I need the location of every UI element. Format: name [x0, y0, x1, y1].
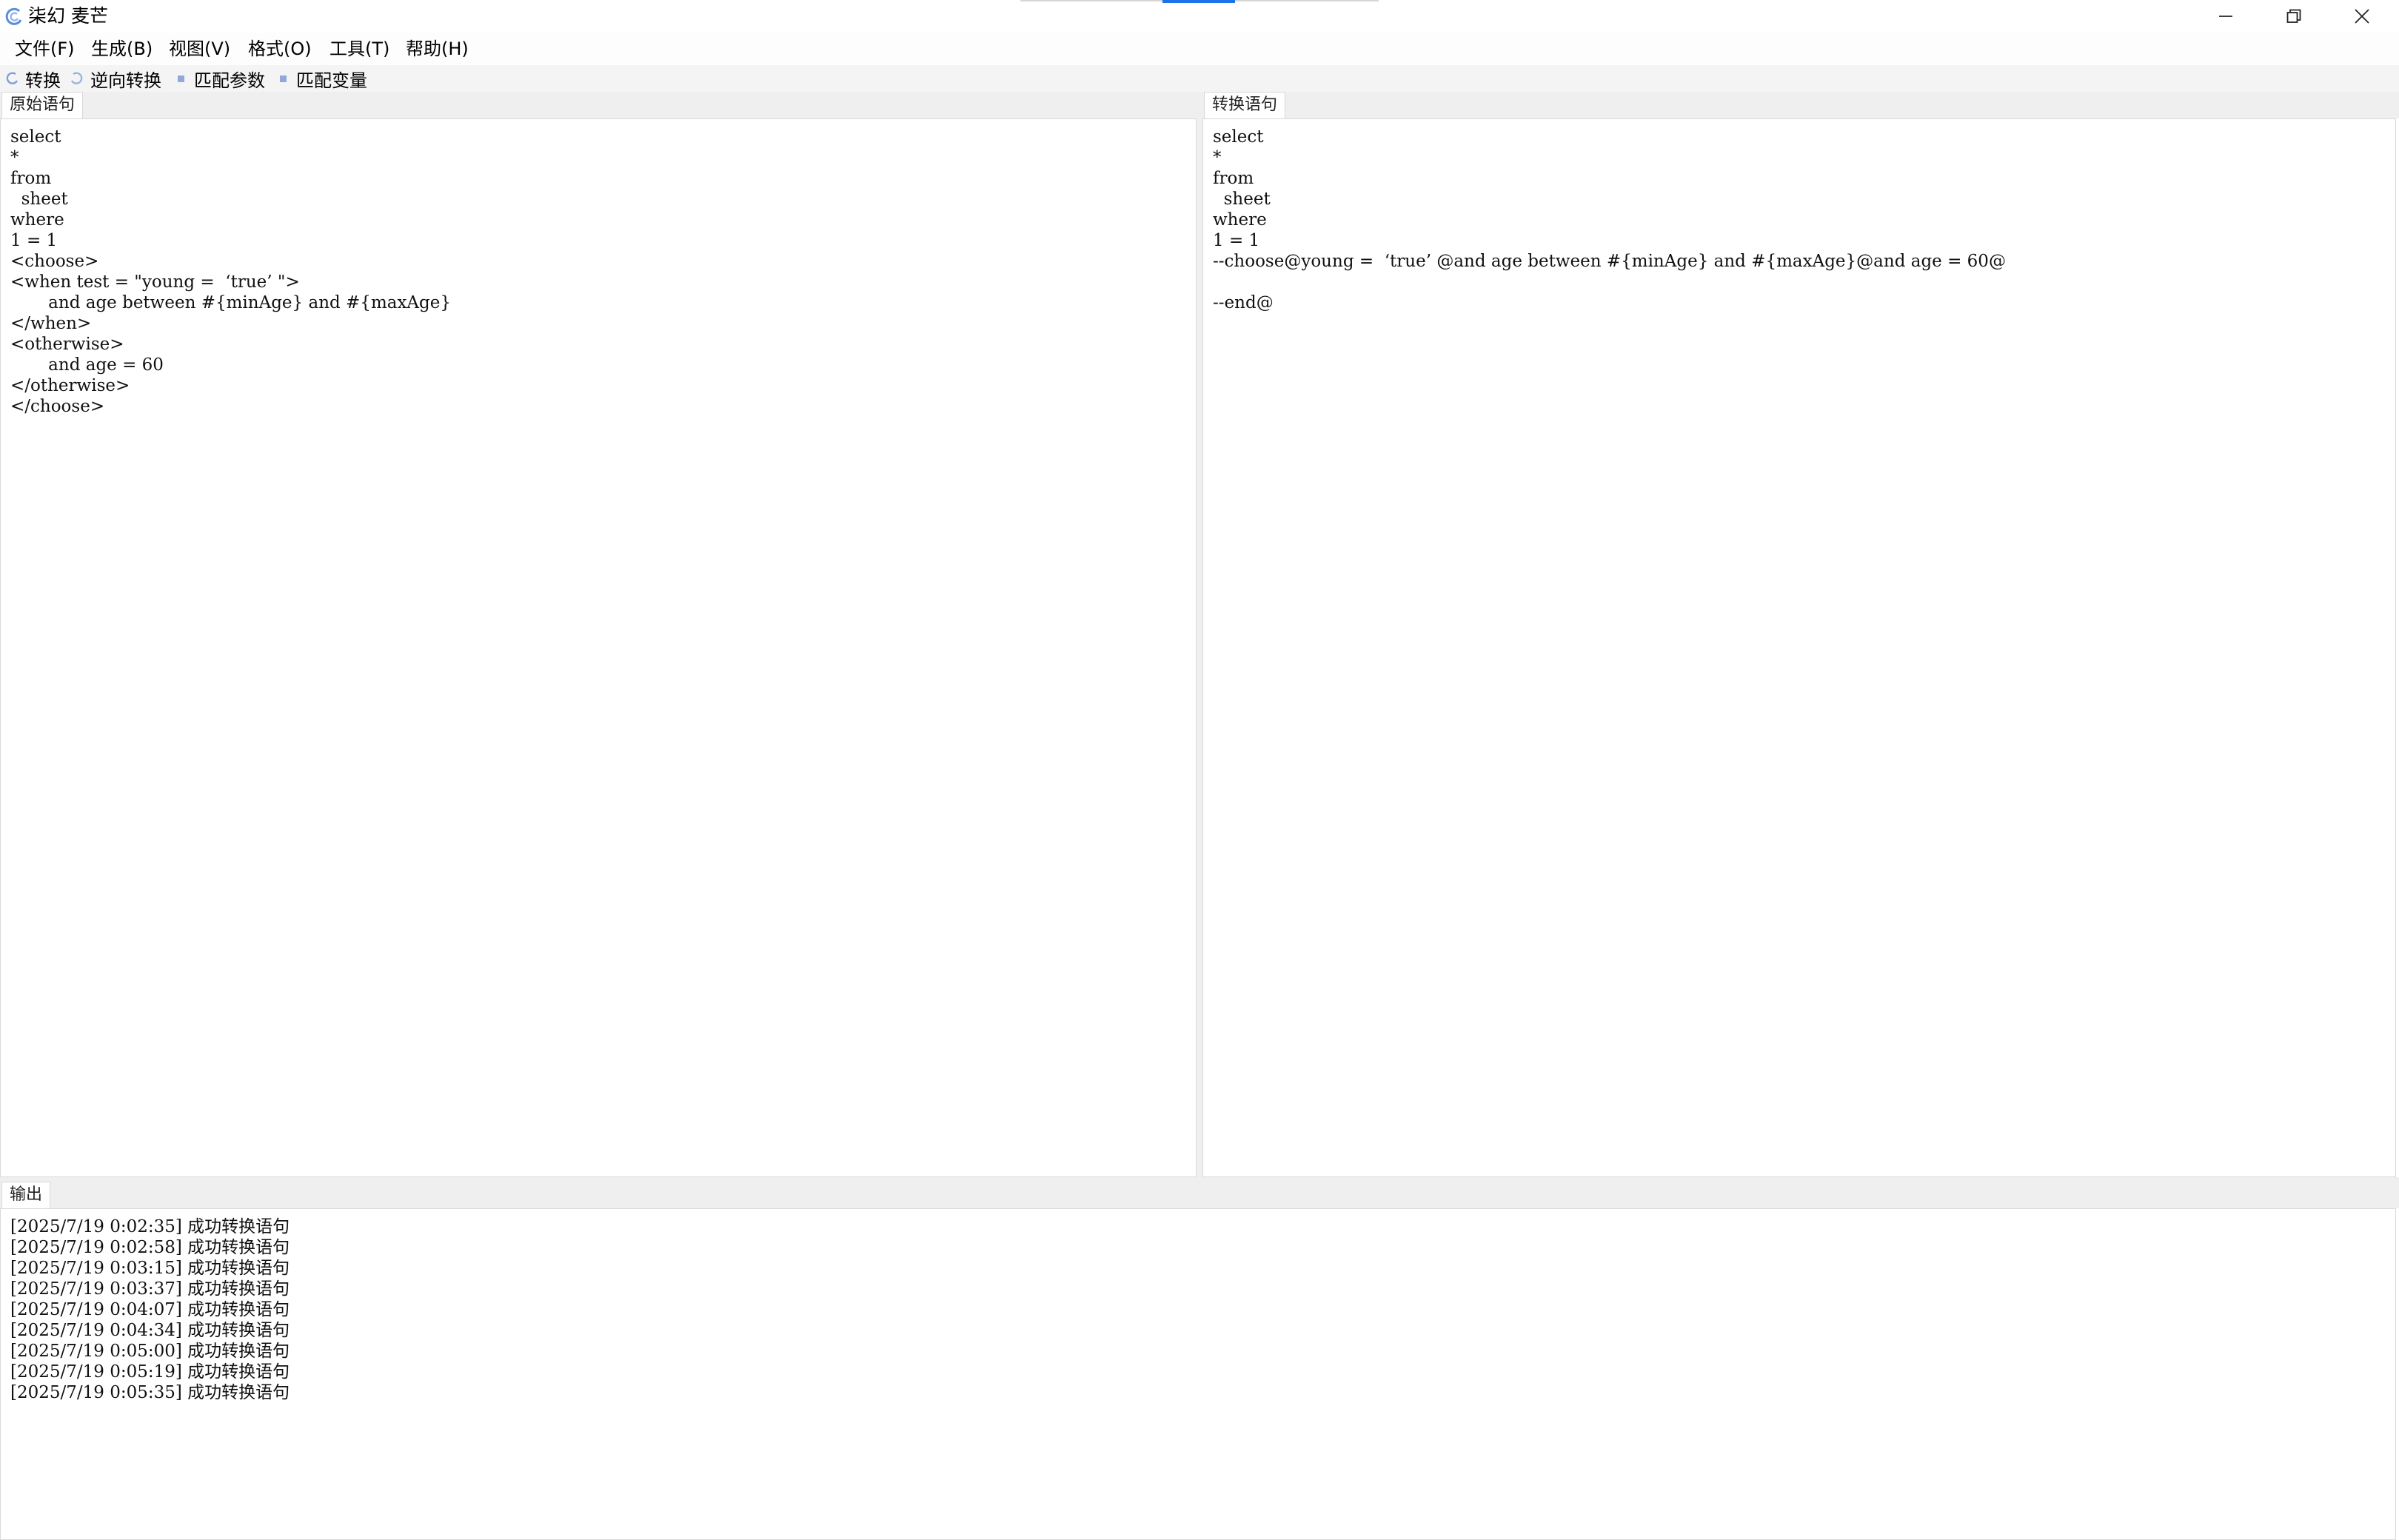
log-entry: [2025/7/19 0:05:35] 成功转换语句 [10, 1383, 290, 1402]
output-panel[interactable]: [2025/7/19 0:02:35] 成功转换语句 [2025/7/19 0:0… [0, 1208, 2396, 1540]
title-accent-line [1162, 0, 1235, 3]
menu-generate[interactable]: 生成(B) [87, 37, 157, 61]
tab-result[interactable]: 转换语句 [1204, 92, 1286, 119]
restore-icon [2286, 9, 2301, 23]
window-title: 柒幻 麦芒 [28, 5, 108, 27]
source-editor[interactable]: select * from sheet where 1 = 1 <choose> <when… [0, 118, 1197, 1177]
convert-label: 转换 [25, 70, 61, 91]
code-line: where [10, 210, 64, 230]
title-bar: 柒幻 麦芒 [0, 0, 2399, 33]
result-code[interactable]: select * from sheet where 1 = 1 --choose@youn… [1203, 119, 2395, 313]
code-line: </choose> [10, 397, 105, 416]
code-line: <choose> [10, 252, 99, 271]
code-line: and age between #{minAge} and #{maxAge} [10, 293, 452, 312]
reverse-convert-label: 逆向转换 [90, 70, 161, 91]
code-line: * [10, 148, 19, 167]
log-entry: [2025/7/19 0:05:19] 成功转换语句 [10, 1362, 290, 1382]
output-tab-strip: 输出 [0, 1182, 2399, 1209]
log-entry: [2025/7/19 0:04:34] 成功转换语句 [10, 1321, 290, 1340]
convert-icon [6, 72, 19, 84]
code-line: from [10, 169, 52, 188]
log-entry: [2025/7/19 0:02:35] 成功转换语句 [10, 1217, 290, 1236]
log-entry: [2025/7/19 0:05:00] 成功转换语句 [10, 1342, 290, 1361]
code-line: select [1213, 127, 1264, 147]
code-line: --choose@young = ‘true’ @and age between… [1213, 252, 2006, 271]
convert-button[interactable]: 转换 [4, 66, 61, 91]
restore-button[interactable] [2260, 0, 2328, 33]
minimize-icon [2219, 16, 2232, 17]
result-tab-strip: 转换语句 [1202, 92, 2399, 119]
log-entry: [2025/7/19 0:03:15] 成功转换语句 [10, 1259, 290, 1278]
code-line: <otherwise> [10, 335, 124, 354]
log-entry: [2025/7/19 0:04:07] 成功转换语句 [10, 1300, 290, 1319]
log-entry: [2025/7/19 0:02:58] 成功转换语句 [10, 1238, 290, 1257]
square-bullet-icon [178, 76, 184, 82]
menu-help[interactable]: 帮助(H) [401, 37, 473, 61]
minimize-button[interactable] [2192, 0, 2260, 33]
code-line: --end@ [1213, 293, 1274, 312]
match-params-label: 匹配参数 [194, 70, 265, 91]
code-line: </when> [10, 314, 92, 333]
toolbar: 转换 逆向转换 匹配参数 匹配变量 [0, 65, 2399, 92]
match-vars-label: 匹配变量 [296, 70, 367, 91]
match-params-button[interactable]: 匹配参数 [173, 66, 265, 91]
menu-format[interactable]: 格式(O) [244, 37, 316, 61]
code-line: <when test = "young = ‘true’ "> [10, 272, 300, 292]
code-line: sheet [10, 190, 68, 209]
code-line: </otherwise> [10, 376, 130, 395]
source-tab-strip: 原始语句 [0, 92, 1197, 119]
code-line: 1 = 1 [1213, 231, 1260, 250]
menu-view[interactable]: 视图(V) [164, 37, 235, 61]
reverse-convert-button[interactable]: 逆向转换 [70, 66, 161, 91]
menu-bar: 文件(F) 生成(B) 视图(V) 格式(O) 工具(T) 帮助(H) [0, 33, 2399, 66]
close-button[interactable] [2328, 0, 2396, 33]
tab-output[interactable]: 输出 [1, 1182, 51, 1209]
output-log[interactable]: [2025/7/19 0:02:35] 成功转换语句 [2025/7/19 0:0… [1, 1209, 2395, 1403]
match-vars-button[interactable]: 匹配变量 [275, 66, 367, 91]
code-line: 1 = 1 [10, 231, 58, 250]
code-line: from [1213, 169, 1254, 188]
code-line: where [1213, 210, 1267, 230]
reverse-convert-icon [70, 72, 83, 84]
close-icon [2355, 9, 2369, 24]
square-bullet-icon [280, 76, 287, 82]
code-line: * [1213, 148, 1222, 167]
code-line: and age = 60 [10, 355, 164, 375]
app-logo-icon [5, 7, 22, 25]
menu-file[interactable]: 文件(F) [10, 37, 79, 61]
code-line: select [10, 127, 61, 147]
log-entry: [2025/7/19 0:03:37] 成功转换语句 [10, 1279, 290, 1299]
menu-tools[interactable]: 工具(T) [325, 37, 394, 61]
source-code[interactable]: select * from sheet where 1 = 1 <choose> <when… [1, 119, 1196, 417]
vertical-splitter[interactable] [1197, 92, 1202, 1177]
tab-source[interactable]: 原始语句 [1, 92, 84, 119]
result-editor[interactable]: select * from sheet where 1 = 1 --choose@youn… [1202, 118, 2396, 1177]
code-line: sheet [1213, 190, 1271, 209]
